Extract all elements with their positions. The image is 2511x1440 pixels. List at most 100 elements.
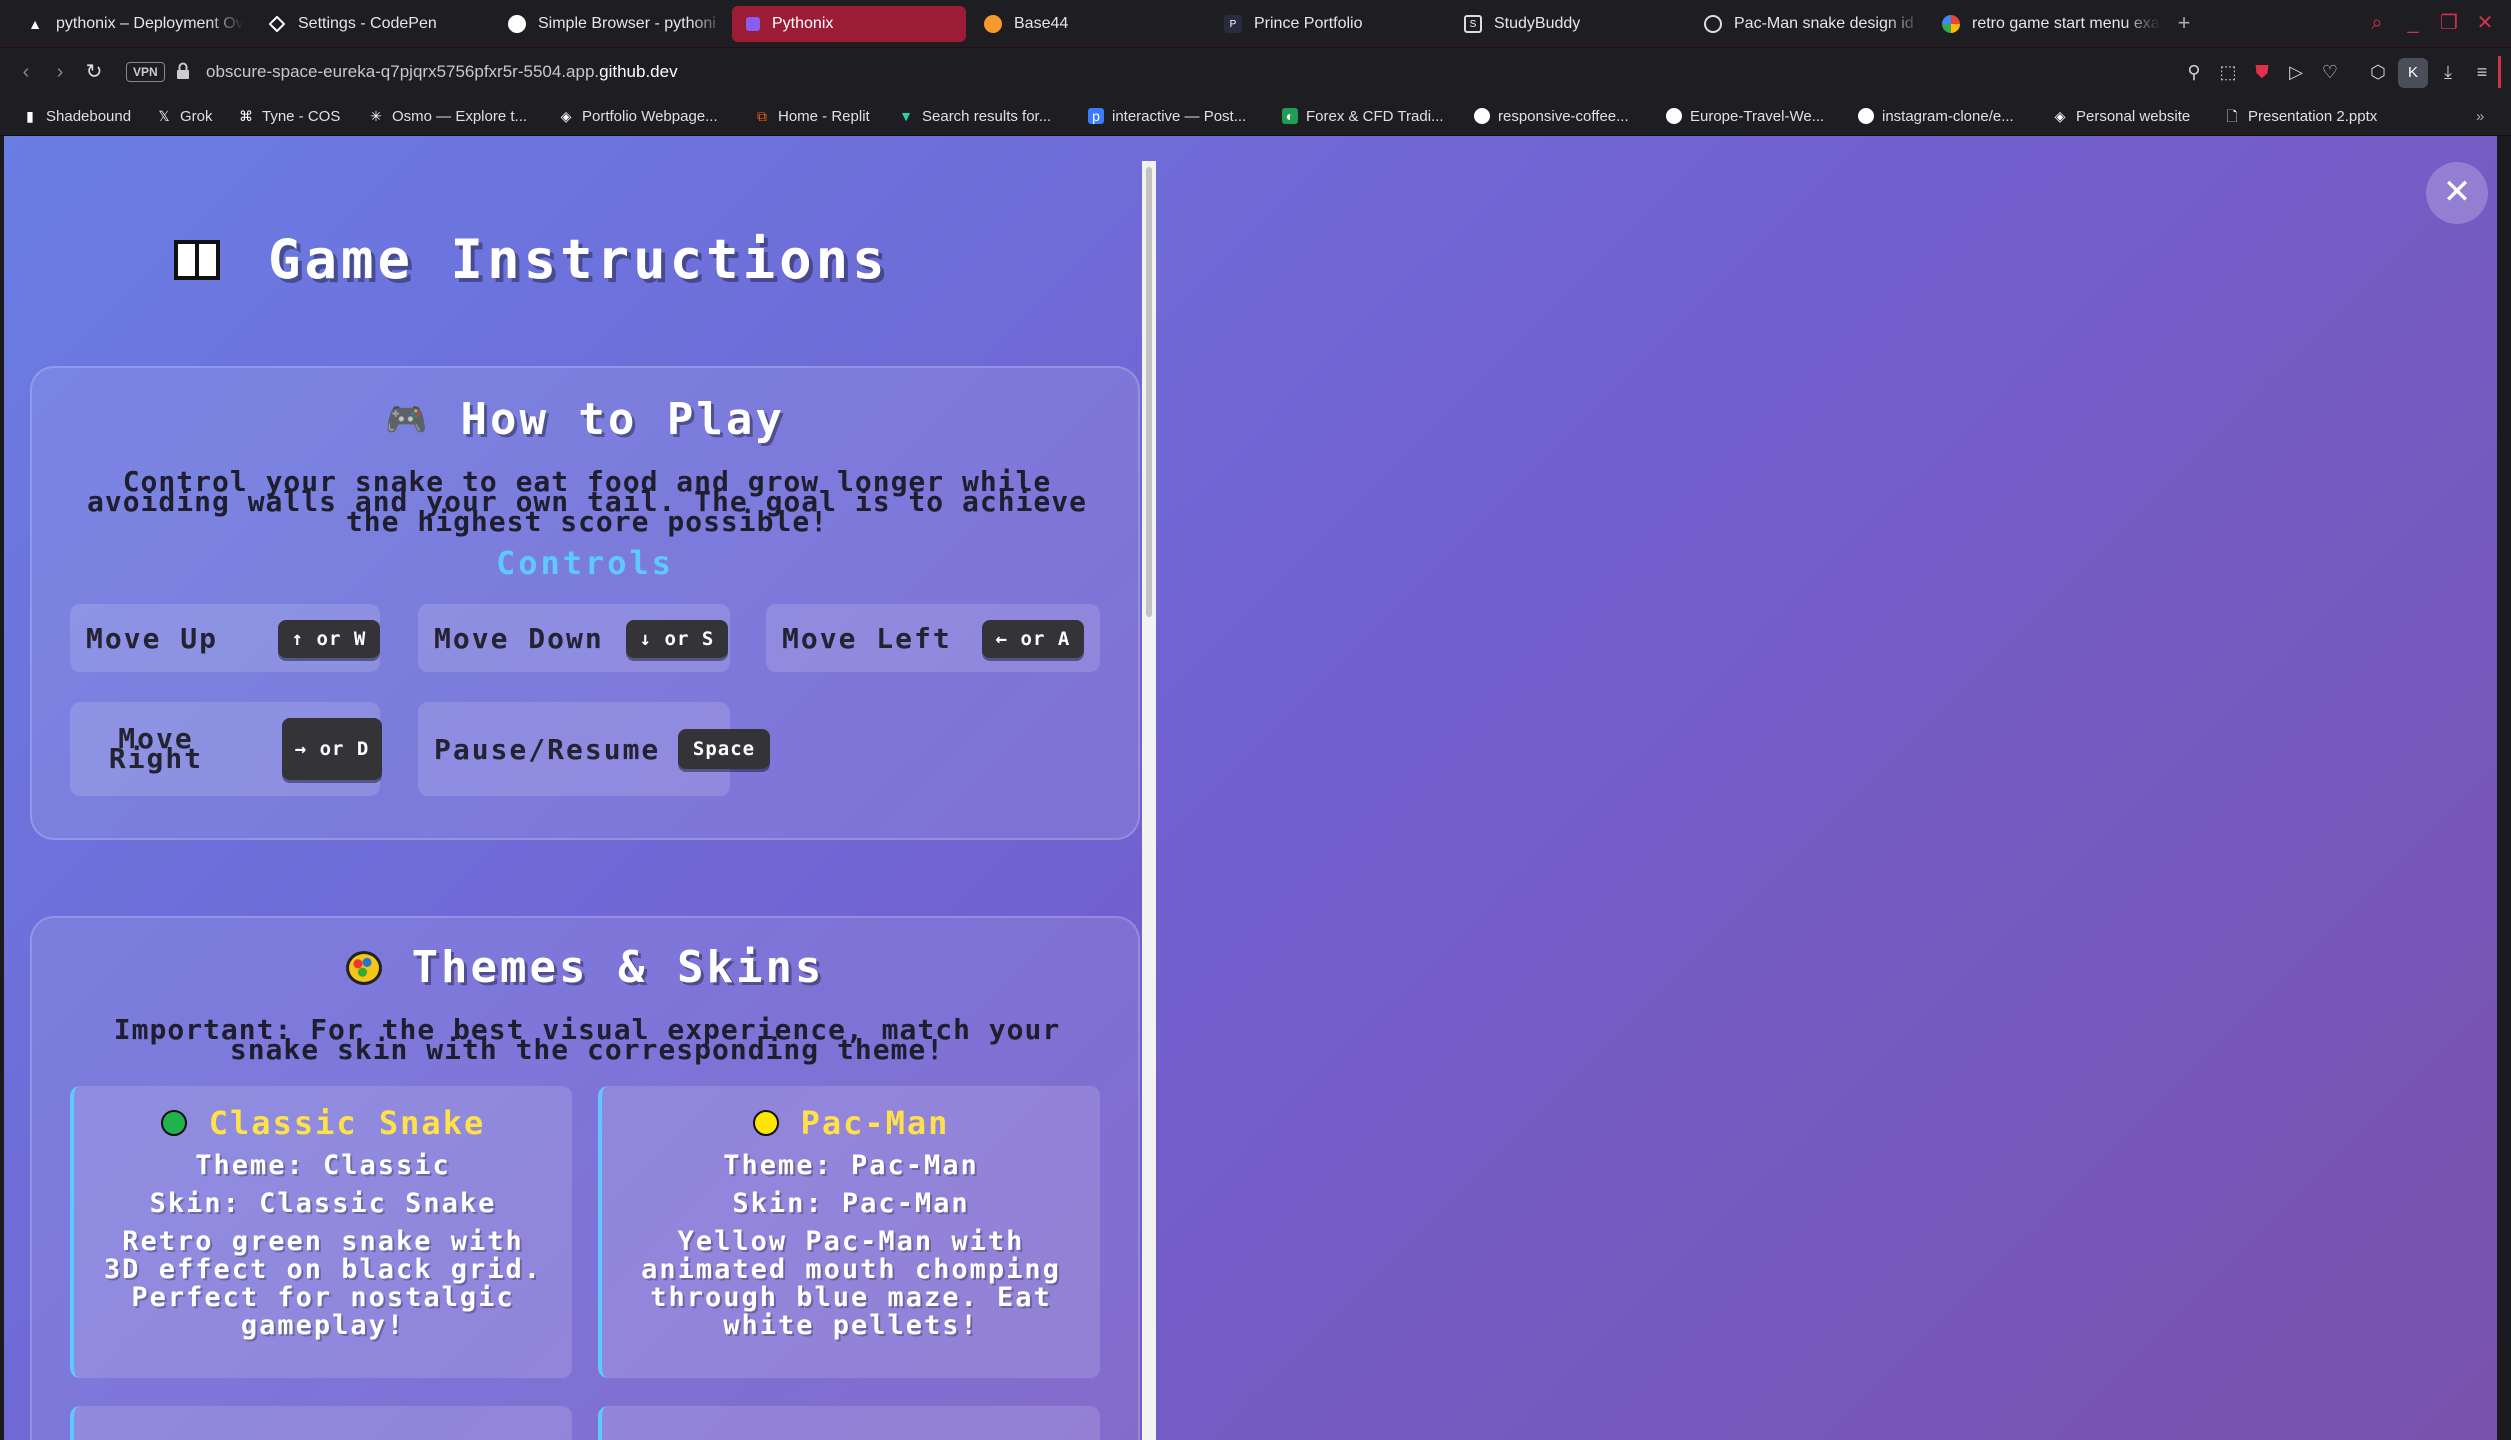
extensions-icon[interactable]: ⬡ bbox=[2366, 60, 2390, 84]
gamepad-icon: 🎮 bbox=[385, 399, 431, 440]
how-to-play-title: How to Play bbox=[460, 394, 785, 445]
sidebar-indicator bbox=[2498, 56, 2501, 88]
tab-label: Base44 bbox=[1014, 15, 1069, 32]
bookmark-icon[interactable]: ⚲ bbox=[2182, 60, 2206, 84]
play-icon[interactable]: ▷ bbox=[2284, 60, 2308, 84]
adblock-icon[interactable]: ⛊ bbox=[2250, 60, 2274, 84]
postimg-icon: p bbox=[1088, 108, 1104, 124]
reload-icon[interactable]: ↻ bbox=[82, 60, 106, 84]
yellow-dot-icon bbox=[752, 1110, 779, 1136]
url-field[interactable]: obscure-space-eureka-q7pjqrx5756pfxr5r-5… bbox=[206, 60, 678, 84]
panel-scrollbar[interactable] bbox=[1142, 161, 1156, 1440]
bookmark-label: Search results for... bbox=[922, 107, 1052, 125]
back-icon[interactable]: ‹ bbox=[14, 60, 38, 84]
bookmark-presentation[interactable]: 🗋 Presentation 2.pptx bbox=[2224, 104, 2377, 128]
github-icon bbox=[1474, 108, 1490, 124]
bookmark-grok[interactable]: 𝕏 Grok bbox=[156, 104, 212, 128]
more-bookmarks-icon[interactable]: » bbox=[2476, 104, 2484, 128]
search-icon[interactable]: ⌕ bbox=[2364, 10, 2390, 36]
menu-icon[interactable]: ≡ bbox=[2470, 60, 2494, 84]
key-badge: Space bbox=[678, 729, 770, 769]
forex-icon: ◐ bbox=[1282, 108, 1298, 124]
lock-icon bbox=[177, 62, 189, 79]
tab-label: Prince Portfolio bbox=[1254, 15, 1363, 32]
forward-icon[interactable]: › bbox=[48, 60, 72, 84]
close-window-icon[interactable]: ✕ bbox=[2472, 10, 2498, 36]
codepen-icon: ◈ bbox=[2054, 108, 2066, 124]
bookmark-tyne[interactable]: ⌘ Tyne - COS bbox=[238, 104, 340, 128]
vercel-icon: ▲ bbox=[28, 16, 42, 32]
bookmark-label: Personal website bbox=[2076, 107, 2191, 125]
bookmark-portfolio[interactable]: ◈ Portfolio Webpage... bbox=[558, 104, 718, 128]
theme-card-header: Pac-Man bbox=[602, 1104, 1100, 1142]
tab-simple-browser[interactable]: Simple Browser - pythoni bbox=[494, 6, 726, 42]
tab-codepen-settings[interactable]: Settings - CodePen bbox=[254, 6, 486, 42]
tab-pythonix[interactable]: Pythonix bbox=[732, 6, 966, 42]
tab-label: Settings - CodePen bbox=[298, 15, 437, 32]
control-action: Pause/Resume bbox=[434, 732, 661, 766]
bookmark-interactive[interactable]: p interactive — Post... bbox=[1088, 104, 1246, 128]
bookmark-label: responsive-coffee... bbox=[1498, 107, 1629, 125]
close-icon[interactable]: ✕ bbox=[2426, 162, 2488, 224]
bookmark-label: Portfolio Webpage... bbox=[582, 107, 718, 125]
heart-icon[interactable]: ♡ bbox=[2318, 60, 2342, 84]
control-move-up: Move Up ↑ or W bbox=[70, 604, 380, 672]
snapshot-icon[interactable]: ⬚ bbox=[2216, 60, 2240, 84]
bookmark-responsive-coffee[interactable]: responsive-coffee... bbox=[1474, 104, 1629, 128]
maximize-icon[interactable]: ❐ bbox=[2436, 10, 2462, 36]
bookmarks-bar: ▮ Shadebound 𝕏 Grok ⌘ Tyne - COS ✳ Osmo — Ex… bbox=[0, 96, 2511, 136]
bookmark-label: Shadebound bbox=[46, 107, 132, 125]
tab-pythonix-deployment[interactable]: ▲ pythonix – Deployment Ov bbox=[12, 6, 244, 42]
vectorized-icon: ▼ bbox=[899, 108, 913, 124]
green-dot-icon bbox=[160, 1110, 187, 1136]
themes-heading: Themes & Skins bbox=[32, 942, 1138, 993]
replit-icon: ⧉ bbox=[757, 108, 767, 124]
download-icon[interactable]: ⤓ bbox=[2436, 60, 2460, 84]
portfolio-icon: P bbox=[1224, 15, 1242, 33]
tab-retro-menu[interactable]: retro game start menu exa bbox=[1928, 6, 2160, 42]
theme-card-next[interactable] bbox=[70, 1406, 572, 1440]
shadebound-icon: ▮ bbox=[26, 108, 34, 124]
bookmark-shadebound[interactable]: ▮ Shadebound bbox=[22, 104, 131, 128]
tab-bar: ▲ pythonix – Deployment Ov Settings - Co… bbox=[0, 0, 2511, 48]
theme-card-description: Yellow Pac-Man with animated mouth chomp… bbox=[641, 1226, 1061, 1341]
key-badge: ↓ or S bbox=[626, 620, 728, 658]
control-move-left: Move Left ← or A bbox=[766, 604, 1100, 672]
bookmark-europe-travel[interactable]: Europe-Travel-We... bbox=[1666, 104, 1824, 128]
page-title: Game Instructions bbox=[174, 228, 889, 291]
github-icon bbox=[1858, 108, 1874, 124]
theme-card-theme: Theme: Classic bbox=[195, 1150, 451, 1181]
tab-prince-portfolio[interactable]: P Prince Portfolio bbox=[1210, 6, 1442, 42]
bookmark-label: Osmo — Explore t... bbox=[392, 107, 528, 125]
theme-card-next[interactable] bbox=[598, 1406, 1100, 1440]
bookmark-search-results[interactable]: ▼ Search results for... bbox=[898, 104, 1051, 128]
minimize-icon[interactable]: _ bbox=[2400, 10, 2426, 36]
themes-title: Themes & Skins bbox=[411, 942, 825, 993]
how-to-play-card: 🎮 How to Play Control your snake to eat … bbox=[30, 366, 1140, 840]
profile-avatar[interactable]: K bbox=[2398, 58, 2428, 88]
tab-pacman-design[interactable]: Pac-Man snake design id bbox=[1690, 6, 1922, 42]
bookmark-label: Europe-Travel-We... bbox=[1690, 107, 1825, 125]
theme-card-header: Classic Snake bbox=[74, 1104, 572, 1142]
bookmark-osmo[interactable]: ✳ Osmo — Explore t... bbox=[368, 104, 527, 128]
pythonix-icon bbox=[746, 17, 760, 31]
bookmark-label: interactive — Post... bbox=[1112, 107, 1247, 125]
bookmark-instagram-clone[interactable]: instagram-clone/e... bbox=[1858, 104, 2014, 128]
scrollbar-thumb[interactable] bbox=[1146, 167, 1152, 617]
bookmark-forex[interactable]: ◐ Forex & CFD Tradi... bbox=[1282, 104, 1444, 128]
studybuddy-icon: S bbox=[1464, 15, 1482, 33]
theme-card-classic-snake[interactable]: Classic Snake Theme: Classic Skin: Class… bbox=[70, 1086, 572, 1378]
control-action: Move Down bbox=[434, 621, 604, 655]
tab-base44[interactable]: Base44 bbox=[970, 6, 1202, 42]
theme-card-skin: Skin: Classic Snake bbox=[149, 1188, 497, 1219]
bookmark-replit[interactable]: ⧉ Home - Replit bbox=[754, 104, 870, 128]
control-move-down: Move Down ↓ or S bbox=[418, 604, 730, 672]
instructions-panel[interactable]: Game Instructions 🎮 How to Play Control … bbox=[4, 136, 1142, 1440]
vpn-badge[interactable]: VPN bbox=[126, 62, 165, 82]
control-pause-resume: Pause/Resume Space bbox=[418, 702, 770, 796]
new-tab-icon[interactable]: + bbox=[2172, 12, 2196, 36]
tab-studybuddy[interactable]: S StudyBuddy bbox=[1450, 6, 1682, 42]
theme-card-pacman[interactable]: Pac-Man Theme: Pac-Man Skin: Pac-Man Yel… bbox=[598, 1086, 1100, 1378]
bookmark-personal-website[interactable]: ◈ Personal website bbox=[2052, 104, 2191, 128]
controls-heading: Controls bbox=[495, 544, 675, 582]
